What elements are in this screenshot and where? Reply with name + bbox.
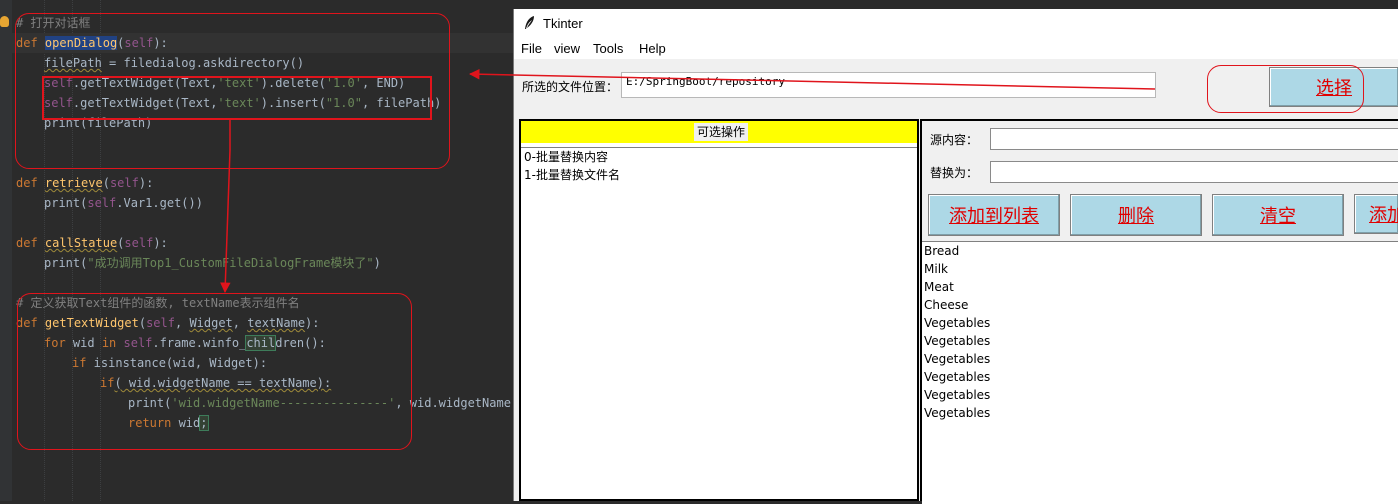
operations-header: 可选操作 <box>521 121 917 143</box>
list-item[interactable]: 1-批量替换文件名 <box>521 166 917 184</box>
list-item[interactable]: Vegetables <box>922 386 1398 404</box>
code-line: def retrieve(self): <box>16 176 154 190</box>
list-item[interactable]: Milk <box>922 260 1398 278</box>
menu-help[interactable]: Help <box>639 41 666 56</box>
code-line: def callStatue(self): <box>16 236 168 250</box>
title-bar[interactable]: Tkinter <box>514 9 1398 39</box>
list-item[interactable]: Cheese <box>922 296 1398 314</box>
add-to-list-button[interactable]: 添加到列表 <box>928 194 1060 236</box>
list-item[interactable]: Meat <box>922 278 1398 296</box>
code-line: print(self.Var1.get()) <box>44 196 203 210</box>
edit-panel: 源内容： 替换为： 添加到列表 删除 清空 添加 Bread Milk Meat… <box>920 119 1398 504</box>
list-item[interactable]: 0-批量替换内容 <box>521 148 917 166</box>
operations-list[interactable]: 0-批量替换内容 1-批量替换文件名 <box>521 147 917 184</box>
menu-bar: File view Tools Help <box>514 39 1398 59</box>
tkinter-window[interactable]: Tkinter File view Tools Help 所选的文件位置： E:… <box>513 9 1398 504</box>
replace-label: 替换为： <box>930 166 979 180</box>
source-input[interactable] <box>990 128 1398 150</box>
feather-icon <box>525 16 534 29</box>
source-label: 源内容： <box>930 133 979 147</box>
menu-file[interactable]: File <box>521 41 542 56</box>
add-button[interactable]: 添加 <box>1354 194 1398 234</box>
editor-gutter <box>0 0 12 501</box>
list-item[interactable]: Bread <box>922 242 1398 260</box>
list-item[interactable]: Vegetables <box>922 368 1398 386</box>
lightbulb-icon[interactable] <box>0 16 9 27</box>
list-item[interactable]: Vegetables <box>922 404 1398 422</box>
path-label: 所选的文件位置： <box>522 80 619 94</box>
menu-tools[interactable]: Tools <box>593 41 623 56</box>
list-item[interactable]: Vegetables <box>922 332 1398 350</box>
replace-input[interactable] <box>990 161 1398 183</box>
code-editor[interactable]: # 打开对话框 def openDialog(self): filePath =… <box>0 0 513 501</box>
window-title: Tkinter <box>543 16 583 31</box>
list-item[interactable]: Vegetables <box>922 350 1398 368</box>
code-line: print("成功调用Top1_CustomFileDialogFrame模块了… <box>44 256 381 270</box>
annotation-text-widget-calls <box>42 76 432 120</box>
annotation-get-text-widget <box>17 293 412 450</box>
clear-button[interactable]: 清空 <box>1212 194 1344 236</box>
annotation-choose-button <box>1207 65 1364 113</box>
menu-view[interactable]: view <box>554 41 580 56</box>
path-field[interactable]: E:/SpringBoot/repository <box>621 72 1156 98</box>
list-item[interactable]: Vegetables <box>922 314 1398 332</box>
operations-header-label: 可选操作 <box>694 123 749 141</box>
delete-button[interactable]: 删除 <box>1070 194 1202 236</box>
operations-panel: 可选操作 0-批量替换内容 1-批量替换文件名 <box>519 119 919 501</box>
items-list[interactable]: Bread Milk Meat Cheese Vegetables Vegeta… <box>922 241 1398 504</box>
